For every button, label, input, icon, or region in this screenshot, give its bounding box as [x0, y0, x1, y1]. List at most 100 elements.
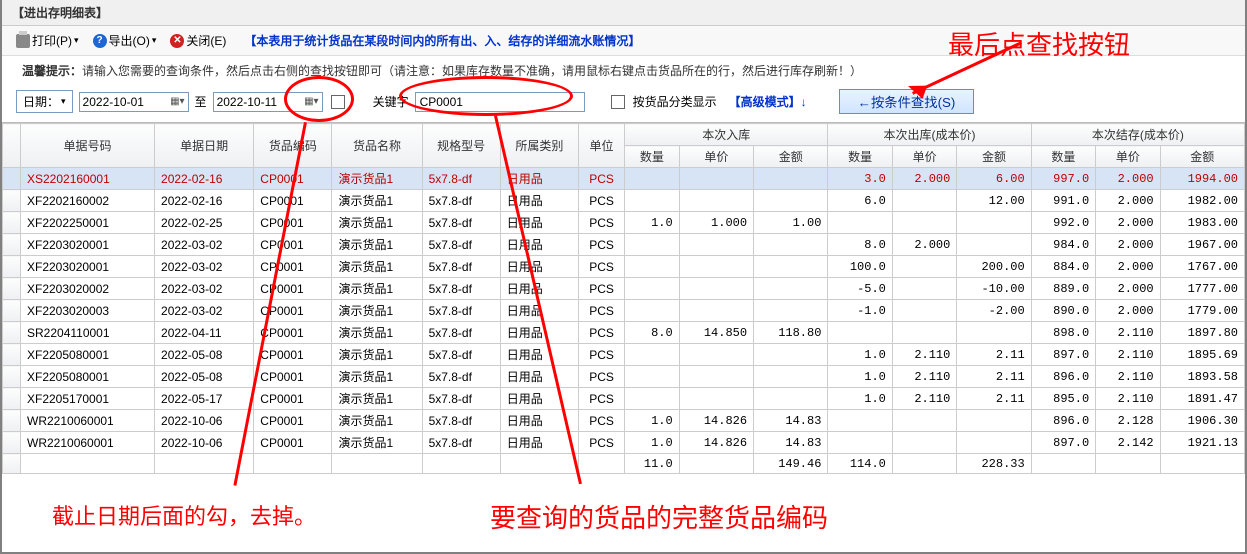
hint-text: 请输入您需要的查询条件，然后点击右侧的查找按钮即可（请注意：如果库存数量不准确，…	[82, 64, 862, 78]
cell: 2.000	[1096, 168, 1160, 190]
cell	[679, 256, 753, 278]
date-label-box[interactable]: 日期： ▾	[16, 90, 73, 113]
cell	[892, 432, 956, 454]
keyword-input[interactable]	[415, 92, 585, 112]
table-row[interactable]: XF22022500012022-02-25CP0001演示货品15x7.8-d…	[3, 212, 1245, 234]
cell: CP0001	[254, 366, 332, 388]
cell	[892, 278, 956, 300]
cell: 8.0	[625, 322, 680, 344]
calendar-icon[interactable]: ▦▾	[170, 96, 184, 107]
col-spec[interactable]: 规格型号	[422, 124, 500, 168]
cell: PCS	[578, 300, 624, 322]
date-to-input[interactable]: 2022-10-11 ▦▾	[213, 92, 323, 112]
cell: PCS	[578, 168, 624, 190]
table-row[interactable]: SR22041100012022-04-11CP0001演示货品15x7.8-d…	[3, 322, 1245, 344]
cell: 日用品	[500, 256, 578, 278]
table-row[interactable]: XF22030200032022-03-02CP0001演示货品15x7.8-d…	[3, 300, 1245, 322]
col-doc-date[interactable]: 单据日期	[155, 124, 254, 168]
cell: PCS	[578, 256, 624, 278]
col-name[interactable]: 货品名称	[332, 124, 422, 168]
advanced-mode-link[interactable]: 【高级模式】↓	[729, 93, 807, 110]
printer-icon	[16, 34, 30, 48]
cell: PCS	[578, 432, 624, 454]
cell: 日用品	[500, 322, 578, 344]
cell: CP0001	[254, 190, 332, 212]
col-code[interactable]: 货品编码	[254, 124, 332, 168]
cell: 2022-03-02	[155, 300, 254, 322]
date-end-checkbox[interactable]	[331, 95, 345, 109]
cell: 2022-05-17	[155, 388, 254, 410]
col-out-amount[interactable]: 金额	[957, 146, 1031, 168]
cell: 1777.00	[1160, 278, 1244, 300]
cell: 3.0	[828, 168, 892, 190]
col-in-price[interactable]: 单价	[679, 146, 753, 168]
calendar-icon[interactable]: ▦▾	[304, 96, 318, 107]
cell	[625, 168, 680, 190]
cell	[957, 410, 1031, 432]
cell	[957, 212, 1031, 234]
cell: 114.0	[828, 454, 892, 474]
col-out-qty[interactable]: 数量	[828, 146, 892, 168]
cell: XS2202160001	[21, 168, 155, 190]
cell: 1994.00	[1160, 168, 1244, 190]
col-doc-no[interactable]: 单据号码	[21, 124, 155, 168]
table-row[interactable]: XF22050800012022-05-08CP0001演示货品15x7.8-d…	[3, 344, 1245, 366]
col-bal-price[interactable]: 单价	[1096, 146, 1160, 168]
export-button[interactable]: ? 导出(O) ▾	[89, 30, 161, 51]
table-row[interactable]: XS22021600012022-02-16CP0001演示货品15x7.8-d…	[3, 168, 1245, 190]
row-handle	[3, 256, 21, 278]
table-row[interactable]: XF22021600022022-02-16CP0001演示货品15x7.8-d…	[3, 190, 1245, 212]
cell: 997.0	[1031, 168, 1095, 190]
row-handle	[3, 432, 21, 454]
annotation-text-keyword: 要查询的货品的完整货品编码	[490, 498, 828, 535]
table-row[interactable]: XF22050800012022-05-08CP0001演示货品15x7.8-d…	[3, 366, 1245, 388]
col-bal-qty[interactable]: 数量	[1031, 146, 1095, 168]
cell: 1.00	[754, 212, 828, 234]
cell: CP0001	[254, 432, 332, 454]
row-handle	[3, 366, 21, 388]
table-row[interactable]: WR22100600012022-10-06CP0001演示货品15x7.8-d…	[3, 432, 1245, 454]
cell: 5x7.8-df	[422, 388, 500, 410]
date-from-input[interactable]: 2022-10-01 ▦▾	[79, 92, 189, 112]
cell	[754, 234, 828, 256]
dropdown-icon: ▾	[152, 35, 157, 46]
cell: XF2205080001	[21, 366, 155, 388]
cell: CP0001	[254, 256, 332, 278]
cell: -2.00	[957, 300, 1031, 322]
cell: 5x7.8-df	[422, 190, 500, 212]
cell: -1.0	[828, 300, 892, 322]
search-button[interactable]: ←按条件查找(S)	[839, 89, 975, 114]
cell	[625, 300, 680, 322]
cell: CP0001	[254, 234, 332, 256]
cell: 1.0	[625, 410, 680, 432]
cell	[892, 322, 956, 344]
cell: 14.83	[754, 410, 828, 432]
table-row[interactable]: XF22030200022022-03-02CP0001演示货品15x7.8-d…	[3, 278, 1245, 300]
col-in-amount[interactable]: 金额	[754, 146, 828, 168]
table-row[interactable]: WR22100600012022-10-06CP0001演示货品15x7.8-d…	[3, 410, 1245, 432]
col-out-price[interactable]: 单价	[892, 146, 956, 168]
print-button[interactable]: 打印(P) ▾	[12, 30, 83, 51]
cell: 日用品	[500, 190, 578, 212]
cell: 228.33	[957, 454, 1031, 474]
close-button[interactable]: ✕ 关闭(E)	[166, 30, 230, 51]
table-row[interactable]: XF22051700012022-05-17CP0001演示货品15x7.8-d…	[3, 388, 1245, 410]
cell: 1.0	[828, 388, 892, 410]
cell: 14.83	[754, 432, 828, 454]
col-in-qty[interactable]: 数量	[625, 146, 680, 168]
col-bal-amount[interactable]: 金额	[1160, 146, 1244, 168]
table-row[interactable]: XF22030200012022-03-02CP0001演示货品15x7.8-d…	[3, 256, 1245, 278]
table-row[interactable]: 11.0149.46114.0228.33	[3, 454, 1245, 474]
cell	[679, 278, 753, 300]
chevron-down-icon: ▾	[61, 96, 66, 107]
cell: 演示货品1	[332, 366, 422, 388]
cell: 2.110	[1096, 388, 1160, 410]
cell	[679, 234, 753, 256]
table-row[interactable]: XF22030200012022-03-02CP0001演示货品15x7.8-d…	[3, 234, 1245, 256]
cell	[828, 432, 892, 454]
col-unit[interactable]: 单位	[578, 124, 624, 168]
cell: 2.110	[1096, 366, 1160, 388]
classify-checkbox[interactable]	[611, 95, 625, 109]
cell: 1.0	[828, 344, 892, 366]
col-cat[interactable]: 所属类别	[500, 124, 578, 168]
